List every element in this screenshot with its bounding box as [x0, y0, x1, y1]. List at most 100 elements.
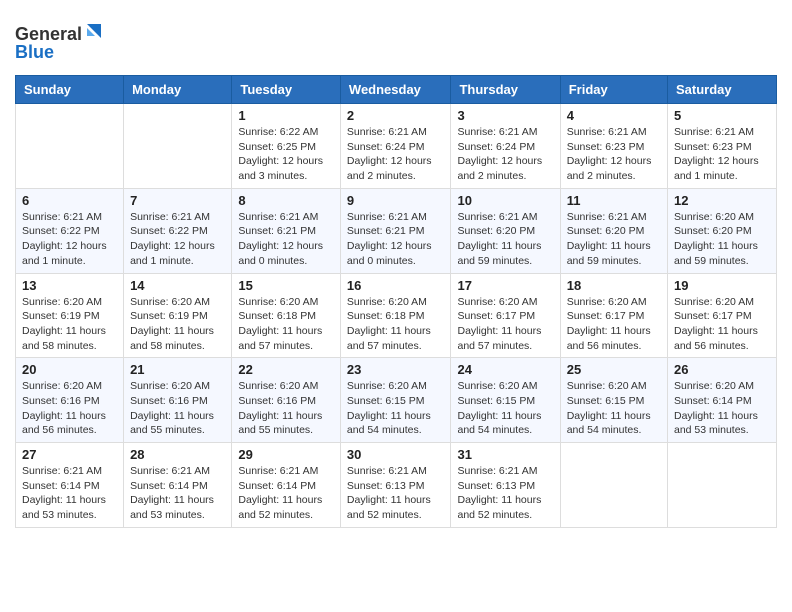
- page-container: General Blue SundayMondayTuesdayWednesda…: [0, 0, 792, 543]
- day-info: Sunrise: 6:21 AM Sunset: 6:14 PM Dayligh…: [130, 464, 225, 523]
- calendar-table: SundayMondayTuesdayWednesdayThursdayFrid…: [15, 75, 777, 528]
- day-info: Sunrise: 6:21 AM Sunset: 6:20 PM Dayligh…: [457, 210, 553, 269]
- day-number: 11: [567, 193, 661, 208]
- day-info: Sunrise: 6:20 AM Sunset: 6:16 PM Dayligh…: [22, 379, 117, 438]
- calendar-cell: 31 Sunrise: 6:21 AM Sunset: 6:13 PM Dayli…: [451, 443, 560, 528]
- week-row-4: 20 Sunrise: 6:20 AM Sunset: 6:16 PM Dayli…: [16, 358, 777, 443]
- calendar-cell: 23 Sunrise: 6:20 AM Sunset: 6:15 PM Dayli…: [340, 358, 451, 443]
- day-header-friday: Friday: [560, 76, 667, 104]
- calendar-cell: 17Sunrise: 6:20 AM Sunset: 6:17 PM Dayli…: [451, 273, 560, 358]
- calendar-cell: 22 Sunrise: 6:20 AM Sunset: 6:16 PM Dayli…: [232, 358, 341, 443]
- day-info: Sunrise: 6:20 AM Sunset: 6:19 PM Dayligh…: [130, 295, 225, 354]
- svg-text:Blue: Blue: [15, 42, 54, 62]
- day-info: Sunrise: 6:21 AM Sunset: 6:20 PM Dayligh…: [567, 210, 661, 269]
- day-number: 6: [22, 193, 117, 208]
- day-number: 20: [22, 362, 117, 377]
- day-info: Sunrise: 6:21 AM Sunset: 6:24 PM Dayligh…: [457, 125, 553, 184]
- calendar-cell: 5 Sunrise: 6:21 AM Sunset: 6:23 PM Daylig…: [668, 104, 777, 189]
- week-row-5: 27 Sunrise: 6:21 AM Sunset: 6:14 PM Dayli…: [16, 443, 777, 528]
- day-info: Sunrise: 6:20 AM Sunset: 6:18 PM Dayligh…: [238, 295, 334, 354]
- day-header-thursday: Thursday: [451, 76, 560, 104]
- day-info: Sunrise: 6:21 AM Sunset: 6:22 PM Dayligh…: [22, 210, 117, 269]
- day-info: Sunrise: 6:21 AM Sunset: 6:23 PM Dayligh…: [674, 125, 770, 184]
- day-info: Sunrise: 6:21 AM Sunset: 6:22 PM Dayligh…: [130, 210, 225, 269]
- day-number: 4: [567, 108, 661, 123]
- calendar-cell: 14 Sunrise: 6:20 AM Sunset: 6:19 PM Dayli…: [124, 273, 232, 358]
- day-number: 30: [347, 447, 445, 462]
- day-info: Sunrise: 6:20 AM Sunset: 6:19 PM Dayligh…: [22, 295, 117, 354]
- calendar-cell: 25Sunrise: 6:20 AM Sunset: 6:15 PM Dayli…: [560, 358, 667, 443]
- calendar-cell: 19Sunrise: 6:20 AM Sunset: 6:17 PM Dayli…: [668, 273, 777, 358]
- calendar-cell: 20 Sunrise: 6:20 AM Sunset: 6:16 PM Dayli…: [16, 358, 124, 443]
- calendar-cell: 15Sunrise: 6:20 AM Sunset: 6:18 PM Dayli…: [232, 273, 341, 358]
- calendar-cell: 12 Sunrise: 6:20 AM Sunset: 6:20 PM Dayli…: [668, 188, 777, 273]
- logo: General Blue: [15, 18, 105, 67]
- day-number: 18: [567, 278, 661, 293]
- calendar-cell: 21 Sunrise: 6:20 AM Sunset: 6:16 PM Dayli…: [124, 358, 232, 443]
- day-number: 26: [674, 362, 770, 377]
- calendar-cell: 6 Sunrise: 6:21 AM Sunset: 6:22 PM Daylig…: [16, 188, 124, 273]
- calendar-cell: 13Sunrise: 6:20 AM Sunset: 6:19 PM Dayli…: [16, 273, 124, 358]
- day-number: 10: [457, 193, 553, 208]
- day-number: 5: [674, 108, 770, 123]
- calendar-cell: 24Sunrise: 6:20 AM Sunset: 6:15 PM Dayli…: [451, 358, 560, 443]
- day-number: 31: [457, 447, 553, 462]
- day-number: 27: [22, 447, 117, 462]
- calendar-cell: 29 Sunrise: 6:21 AM Sunset: 6:14 PM Dayli…: [232, 443, 341, 528]
- day-number: 21: [130, 362, 225, 377]
- week-row-3: 13Sunrise: 6:20 AM Sunset: 6:19 PM Dayli…: [16, 273, 777, 358]
- calendar-cell: 7Sunrise: 6:21 AM Sunset: 6:22 PM Daylig…: [124, 188, 232, 273]
- calendar-cell: 16Sunrise: 6:20 AM Sunset: 6:18 PM Dayli…: [340, 273, 451, 358]
- logo-text: General Blue: [15, 18, 105, 67]
- day-number: 3: [457, 108, 553, 123]
- calendar-cell: 2 Sunrise: 6:21 AM Sunset: 6:24 PM Daylig…: [340, 104, 451, 189]
- day-info: Sunrise: 6:20 AM Sunset: 6:17 PM Dayligh…: [567, 295, 661, 354]
- day-info: Sunrise: 6:21 AM Sunset: 6:14 PM Dayligh…: [22, 464, 117, 523]
- day-header-saturday: Saturday: [668, 76, 777, 104]
- day-header-sunday: Sunday: [16, 76, 124, 104]
- day-number: 22: [238, 362, 334, 377]
- calendar-cell: 11 Sunrise: 6:21 AM Sunset: 6:20 PM Dayli…: [560, 188, 667, 273]
- calendar-cell: 4 Sunrise: 6:21 AM Sunset: 6:23 PM Daylig…: [560, 104, 667, 189]
- day-info: Sunrise: 6:20 AM Sunset: 6:17 PM Dayligh…: [674, 295, 770, 354]
- calendar-cell: 18 Sunrise: 6:20 AM Sunset: 6:17 PM Dayli…: [560, 273, 667, 358]
- day-number: 2: [347, 108, 445, 123]
- day-info: Sunrise: 6:20 AM Sunset: 6:16 PM Dayligh…: [130, 379, 225, 438]
- calendar-cell: [124, 104, 232, 189]
- day-number: 16: [347, 278, 445, 293]
- calendar-cell: [668, 443, 777, 528]
- day-info: Sunrise: 6:21 AM Sunset: 6:13 PM Dayligh…: [457, 464, 553, 523]
- day-header-wednesday: Wednesday: [340, 76, 451, 104]
- calendar-cell: 3 Sunrise: 6:21 AM Sunset: 6:24 PM Daylig…: [451, 104, 560, 189]
- calendar-cell: 28 Sunrise: 6:21 AM Sunset: 6:14 PM Dayli…: [124, 443, 232, 528]
- day-info: Sunrise: 6:21 AM Sunset: 6:21 PM Dayligh…: [238, 210, 334, 269]
- day-info: Sunrise: 6:21 AM Sunset: 6:24 PM Dayligh…: [347, 125, 445, 184]
- day-info: Sunrise: 6:21 AM Sunset: 6:13 PM Dayligh…: [347, 464, 445, 523]
- day-number: 12: [674, 193, 770, 208]
- day-number: 29: [238, 447, 334, 462]
- calendar-cell: 26Sunrise: 6:20 AM Sunset: 6:14 PM Dayli…: [668, 358, 777, 443]
- day-info: Sunrise: 6:21 AM Sunset: 6:14 PM Dayligh…: [238, 464, 334, 523]
- header-row: SundayMondayTuesdayWednesdayThursdayFrid…: [16, 76, 777, 104]
- day-info: Sunrise: 6:20 AM Sunset: 6:17 PM Dayligh…: [457, 295, 553, 354]
- day-number: 9: [347, 193, 445, 208]
- calendar-cell: 10 Sunrise: 6:21 AM Sunset: 6:20 PM Dayli…: [451, 188, 560, 273]
- day-info: Sunrise: 6:22 AM Sunset: 6:25 PM Dayligh…: [238, 125, 334, 184]
- day-info: Sunrise: 6:20 AM Sunset: 6:20 PM Dayligh…: [674, 210, 770, 269]
- day-info: Sunrise: 6:20 AM Sunset: 6:15 PM Dayligh…: [347, 379, 445, 438]
- day-info: Sunrise: 6:20 AM Sunset: 6:15 PM Dayligh…: [567, 379, 661, 438]
- day-info: Sunrise: 6:21 AM Sunset: 6:21 PM Dayligh…: [347, 210, 445, 269]
- day-number: 28: [130, 447, 225, 462]
- week-row-2: 6 Sunrise: 6:21 AM Sunset: 6:22 PM Daylig…: [16, 188, 777, 273]
- day-number: 24: [457, 362, 553, 377]
- calendar-cell: 9 Sunrise: 6:21 AM Sunset: 6:21 PM Daylig…: [340, 188, 451, 273]
- day-info: Sunrise: 6:21 AM Sunset: 6:23 PM Dayligh…: [567, 125, 661, 184]
- calendar-cell: 27 Sunrise: 6:21 AM Sunset: 6:14 PM Dayli…: [16, 443, 124, 528]
- calendar-cell: 8 Sunrise: 6:21 AM Sunset: 6:21 PM Daylig…: [232, 188, 341, 273]
- header: General Blue: [15, 10, 777, 67]
- day-number: 23: [347, 362, 445, 377]
- day-number: 8: [238, 193, 334, 208]
- calendar-cell: 30 Sunrise: 6:21 AM Sunset: 6:13 PM Dayli…: [340, 443, 451, 528]
- day-number: 14: [130, 278, 225, 293]
- day-info: Sunrise: 6:20 AM Sunset: 6:16 PM Dayligh…: [238, 379, 334, 438]
